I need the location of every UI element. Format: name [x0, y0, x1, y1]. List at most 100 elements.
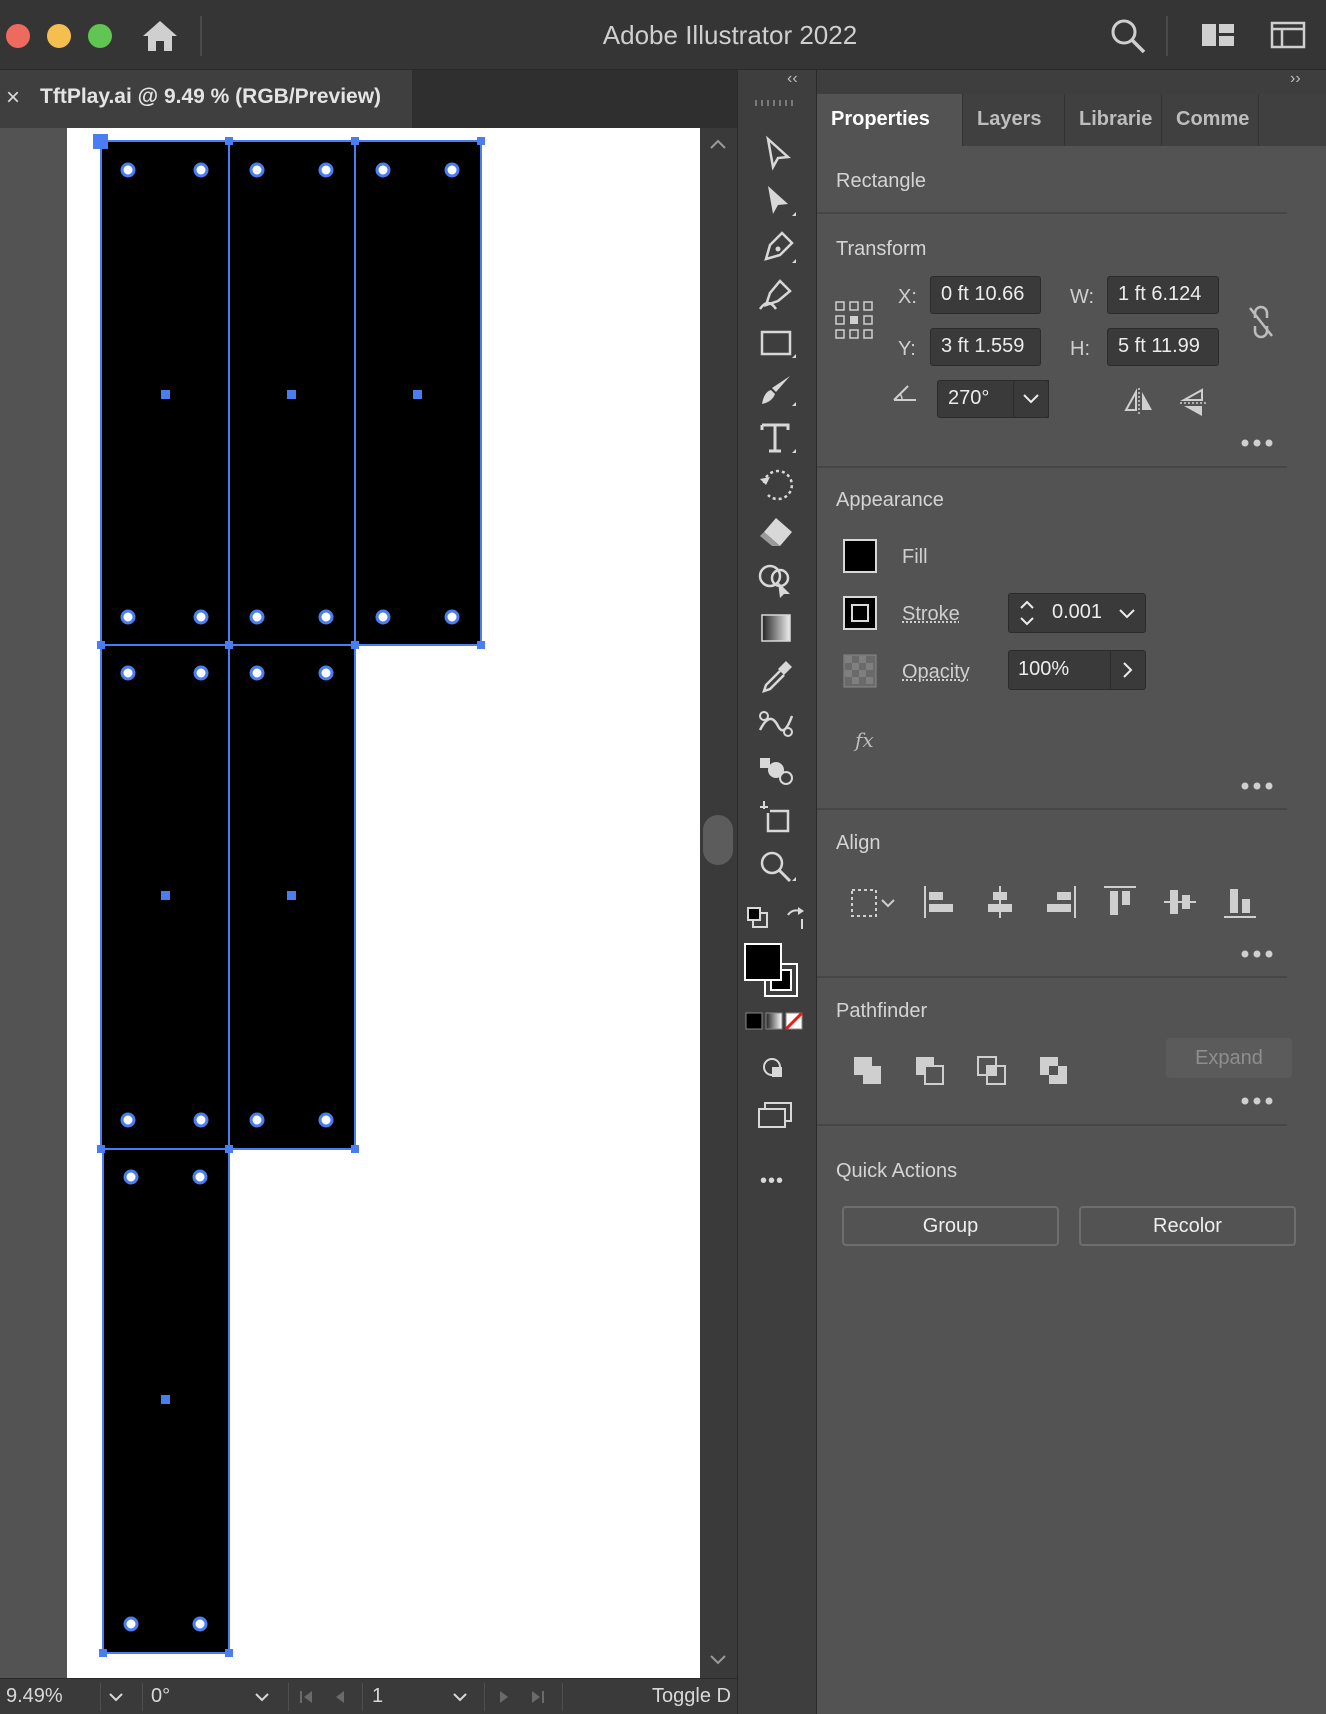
- previous-artboard-icon[interactable]: [332, 1689, 348, 1705]
- title-bar: Adobe Illustrator 2022: [0, 0, 1326, 70]
- align-vertical-center-icon[interactable]: [1162, 884, 1198, 920]
- align-bottom-icon[interactable]: [1222, 884, 1258, 920]
- constrain-proportions-icon[interactable]: [1246, 304, 1276, 340]
- zoom-level[interactable]: 9.49%: [6, 1685, 63, 1708]
- last-artboard-icon[interactable]: [528, 1689, 546, 1705]
- edit-toolbar-button[interactable]: •••: [760, 1170, 784, 1193]
- artboard-dropdown-icon[interactable]: [452, 1689, 468, 1705]
- status-divider: [288, 1683, 289, 1711]
- artboard[interactable]: [67, 128, 701, 1678]
- opacity-label[interactable]: Opacity: [902, 661, 970, 684]
- flip-horizontal-icon[interactable]: [1124, 388, 1154, 414]
- panel-header: [817, 70, 1326, 96]
- align-left-icon[interactable]: [922, 884, 958, 920]
- symbol-sprayer-tool-icon[interactable]: [754, 750, 800, 792]
- paintbrush-tool-icon[interactable]: [754, 370, 800, 412]
- toggle-direct-selection[interactable]: Toggle D: [652, 1685, 737, 1708]
- panel-layout-icon[interactable]: [1270, 20, 1306, 50]
- canvas[interactable]: [0, 128, 701, 1678]
- gradient-tool-icon[interactable]: [754, 607, 800, 649]
- fill-swatch[interactable]: [843, 539, 877, 573]
- stroke-label[interactable]: Stroke: [902, 603, 960, 626]
- status-bar: 9.49% 0° 1 Toggle D: [0, 1678, 737, 1714]
- zoom-tool-icon[interactable]: [754, 845, 800, 887]
- rotate-tool-icon[interactable]: [754, 465, 800, 507]
- align-more-options-icon[interactable]: [1240, 948, 1274, 960]
- y-field[interactable]: 3 ft 1.559: [930, 328, 1041, 366]
- align-horizontal-center-icon[interactable]: [982, 884, 1018, 920]
- recolor-button[interactable]: Recolor: [1079, 1206, 1296, 1246]
- direct-selection-tool-icon[interactable]: [754, 180, 800, 222]
- first-artboard-icon[interactable]: [298, 1689, 316, 1705]
- blend-tool-icon[interactable]: [754, 702, 800, 744]
- rotate-dropdown-icon[interactable]: [254, 1689, 270, 1705]
- flip-vertical-icon[interactable]: [1180, 388, 1206, 418]
- pathfinder-exclude-icon[interactable]: [1038, 1055, 1070, 1087]
- artboard-number[interactable]: 1: [372, 1685, 383, 1708]
- pen-tool-icon[interactable]: [754, 227, 800, 269]
- rotate-angle-dropdown[interactable]: [1013, 380, 1049, 418]
- rotate-view-value[interactable]: 0°: [151, 1685, 170, 1708]
- window-maximize-button[interactable]: [88, 24, 112, 48]
- appearance-more-options-icon[interactable]: [1240, 780, 1274, 792]
- search-icon[interactable]: [1108, 16, 1148, 56]
- scroll-thumb[interactable]: [703, 815, 733, 865]
- section-divider: [817, 466, 1287, 468]
- next-artboard-icon[interactable]: [496, 1689, 512, 1705]
- rectangle-tool-icon[interactable]: [754, 322, 800, 364]
- scroll-down-icon[interactable]: [707, 1648, 729, 1670]
- stroke-stepper-icon[interactable]: [1016, 596, 1038, 630]
- window-close-button[interactable]: [6, 24, 30, 48]
- pathfinder-minus-front-icon[interactable]: [914, 1055, 946, 1087]
- document-tab[interactable]: × TftPlay.ai @ 9.49 % (RGB/Preview): [0, 70, 412, 128]
- default-colors-icon[interactable]: [745, 905, 771, 931]
- pathfinder-intersect-icon[interactable]: [976, 1055, 1008, 1087]
- swap-colors-icon[interactable]: [782, 905, 808, 931]
- tab-properties[interactable]: Properties: [817, 94, 962, 146]
- fill-stroke-swatch[interactable]: [743, 942, 801, 1000]
- eyedropper-tool-icon[interactable]: [754, 655, 800, 697]
- stroke-dropdown-icon[interactable]: [1116, 602, 1138, 624]
- group-button[interactable]: Group: [842, 1206, 1059, 1246]
- transform-more-options-icon[interactable]: [1240, 437, 1274, 449]
- color-mode-icons[interactable]: [745, 1012, 803, 1030]
- zoom-dropdown-icon[interactable]: [108, 1689, 124, 1705]
- width-field[interactable]: 1 ft 6.124: [1107, 276, 1219, 314]
- opacity-chevron-right-icon[interactable]: [1116, 659, 1138, 681]
- window-minimize-button[interactable]: [47, 24, 71, 48]
- eraser-tool-icon[interactable]: [754, 512, 800, 554]
- fx-icon[interactable]: fx: [855, 728, 874, 752]
- screen-mode-icon[interactable]: [757, 1100, 793, 1130]
- artboard-tool-icon[interactable]: [754, 797, 800, 839]
- status-divider: [142, 1683, 143, 1711]
- pathfinder-more-options-icon[interactable]: [1240, 1095, 1274, 1107]
- stroke-swatch[interactable]: [843, 596, 877, 630]
- tab-libraries[interactable]: Librarie: [1065, 94, 1161, 146]
- align-right-icon[interactable]: [1042, 884, 1078, 920]
- pathfinder-title: Pathfinder: [836, 1000, 928, 1022]
- section-divider: [817, 1124, 1287, 1126]
- scroll-up-icon[interactable]: [707, 134, 729, 156]
- align-to-selection-icon[interactable]: [848, 886, 898, 920]
- reference-point-icon[interactable]: [834, 300, 874, 340]
- home-icon[interactable]: [140, 18, 180, 54]
- app-title: Adobe Illustrator 2022: [602, 20, 858, 50]
- draw-mode-icon[interactable]: [760, 1055, 790, 1081]
- pathfinder-unite-icon[interactable]: [852, 1055, 884, 1087]
- close-document-icon[interactable]: ×: [6, 84, 26, 112]
- tab-comments[interactable]: Comme: [1162, 94, 1258, 146]
- height-field[interactable]: 5 ft 11.99: [1107, 328, 1219, 366]
- status-divider: [484, 1683, 485, 1711]
- vertical-scrollbar[interactable]: [700, 128, 737, 1678]
- collapse-toolbar-icon[interactable]: ‹‹: [787, 70, 798, 88]
- type-tool-icon[interactable]: [754, 417, 800, 459]
- align-top-icon[interactable]: [1102, 884, 1138, 920]
- workspace-switcher-icon[interactable]: [1200, 20, 1236, 50]
- x-field[interactable]: 0 ft 10.66: [930, 276, 1041, 314]
- selection-tool-icon[interactable]: [754, 133, 800, 175]
- tab-layers[interactable]: Layers: [963, 94, 1064, 146]
- curvature-tool-icon[interactable]: [754, 275, 800, 317]
- collapse-panel-icon[interactable]: ››: [1290, 70, 1301, 88]
- shape-builder-tool-icon[interactable]: [754, 560, 800, 602]
- expand-button[interactable]: Expand: [1166, 1038, 1292, 1078]
